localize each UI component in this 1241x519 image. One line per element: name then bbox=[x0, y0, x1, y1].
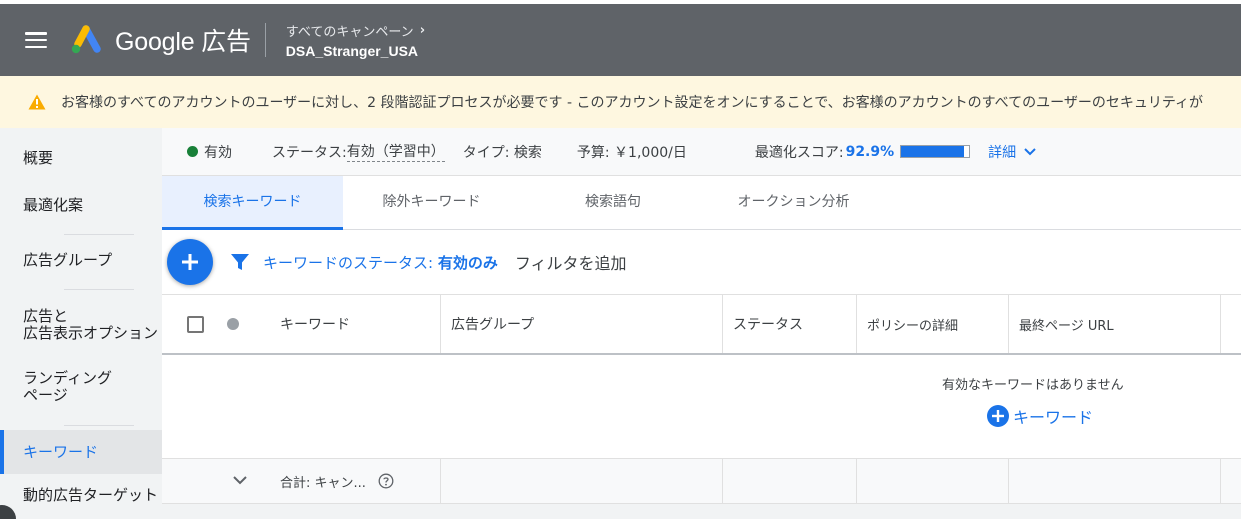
campaign-budget[interactable]: 予算: ￥1,000/日 bbox=[577, 142, 687, 162]
app-header: Google 広告 すべてのキャンペーン › DSA_Stranger_USA bbox=[0, 0, 1241, 76]
enabled-label: 有効 bbox=[204, 144, 232, 161]
sidebar-item-recommendations[interactable]: 最適化案 bbox=[0, 196, 162, 214]
column-more bbox=[1220, 295, 1241, 353]
select-all-checkbox[interactable] bbox=[187, 315, 204, 333]
status-value[interactable]: 有効（学習中） bbox=[346, 141, 445, 162]
menu-icon[interactable] bbox=[25, 32, 47, 48]
filter-chip-label: キーワードのステータス: bbox=[263, 253, 438, 272]
google-ads-logo-icon bbox=[71, 25, 101, 54]
filter-icon[interactable] bbox=[230, 252, 250, 272]
total-cell bbox=[1008, 459, 1220, 503]
sidebar: 概要 最適化案 広告グループ 広告と 広告表示オプション ランディング ページ … bbox=[0, 128, 162, 519]
plus-icon bbox=[182, 254, 198, 270]
column-keyword[interactable]: キーワード bbox=[280, 295, 350, 353]
keyword-tabs: 検索キーワード 除外キーワード 検索語句 オークション分析 bbox=[162, 176, 1241, 230]
help-icon[interactable] bbox=[378, 473, 394, 489]
status-label: ステータス: bbox=[272, 144, 347, 161]
optimization-score-bar bbox=[900, 145, 971, 158]
campaign-name[interactable]: DSA_Stranger_USA bbox=[286, 43, 425, 59]
sidebar-item-ads-extensions[interactable]: 広告と 広告表示オプション bbox=[0, 307, 162, 343]
sidebar-item-landing-pages[interactable]: ランディング ページ bbox=[0, 369, 162, 405]
filter-bar: キーワードのステータス: 有効のみ フィルタを追加 bbox=[162, 230, 1241, 295]
tab-search-terms[interactable]: 検索語句 bbox=[520, 176, 706, 230]
breadcrumb: すべてのキャンペーン › DSA_Stranger_USA bbox=[286, 21, 425, 59]
tab-negative-keywords[interactable]: 除外キーワード bbox=[343, 176, 520, 230]
column-final-url[interactable]: 最終ページ URL bbox=[1008, 295, 1220, 353]
tab-search-keywords[interactable]: 検索キーワード bbox=[162, 176, 343, 230]
add-keyword-link[interactable]: キーワード bbox=[987, 404, 1093, 428]
column-policy-details[interactable]: ポリシーの詳細 bbox=[856, 295, 1008, 353]
table-footer-strip bbox=[162, 504, 1241, 519]
status-dot-icon bbox=[187, 146, 198, 157]
sidebar-divider bbox=[64, 289, 134, 290]
total-cell bbox=[856, 459, 1008, 503]
total-cell bbox=[1220, 459, 1241, 503]
sidebar-item-dynamic-ad-targets[interactable]: 動的広告ターゲット bbox=[0, 486, 162, 504]
select-all-cell bbox=[187, 295, 204, 353]
brand-title[interactable]: Google 広告 bbox=[115, 22, 251, 58]
status-dot-header bbox=[227, 295, 239, 353]
tab-auction-insights[interactable]: オークション分析 bbox=[706, 176, 881, 230]
breadcrumb-parent[interactable]: すべてのキャンペーン › bbox=[286, 21, 425, 40]
security-notice: お客様のすべてのアカウントのユーザーに対し、2 段階認証プロセスが必要です - … bbox=[0, 76, 1241, 128]
details-label: 詳細 bbox=[988, 144, 1017, 161]
empty-state-text: 有効なキーワードはありません bbox=[942, 378, 1124, 393]
optimization-score-fill bbox=[901, 146, 965, 157]
add-keyword-fab[interactable] bbox=[167, 239, 213, 285]
total-row: 合計: キャン... bbox=[162, 458, 1241, 504]
filter-chip-value: 有効のみ bbox=[437, 253, 498, 272]
status-dot-header-icon bbox=[227, 318, 239, 330]
campaign-status-bar: 有効 ステータス: 有効（学習中） タイプ: 検索 予算: ￥1,000/日 最… bbox=[162, 128, 1241, 176]
warning-icon bbox=[28, 94, 46, 110]
total-label: 合計: キャン... bbox=[280, 476, 366, 491]
add-filter-button[interactable]: フィルタを追加 bbox=[515, 250, 627, 274]
sidebar-divider bbox=[64, 234, 134, 235]
filter-chip[interactable]: キーワードのステータス: 有効のみ bbox=[263, 252, 498, 273]
optimization-score-label: 最適化スコア: bbox=[754, 144, 844, 161]
chevron-down-icon bbox=[1024, 147, 1036, 155]
column-status[interactable]: ステータス bbox=[722, 295, 856, 353]
keyword-table-header: キーワード 広告グループ ステータス ポリシーの詳細 最終ページ URL bbox=[162, 295, 1241, 355]
optimization-score-value[interactable]: 92.9% bbox=[846, 144, 895, 160]
column-ad-group[interactable]: 広告グループ bbox=[440, 295, 722, 353]
add-circle-icon bbox=[987, 405, 1009, 427]
details-toggle[interactable]: 詳細 bbox=[988, 142, 1036, 162]
sidebar-divider bbox=[64, 425, 134, 426]
header-divider bbox=[264, 23, 266, 57]
add-keyword-label: キーワード bbox=[1013, 408, 1094, 427]
keyword-table-empty: 有効なキーワードはありません キーワード bbox=[162, 355, 1241, 458]
total-cell bbox=[722, 459, 856, 503]
chevron-down-icon[interactable] bbox=[232, 472, 248, 488]
sidebar-item-ad-groups[interactable]: 広告グループ bbox=[0, 251, 162, 269]
chevron-right-icon: › bbox=[419, 23, 426, 38]
campaign-type: タイプ: 検索 bbox=[462, 144, 542, 161]
total-cell bbox=[440, 459, 722, 503]
notice-text: お客様のすべてのアカウントのユーザーに対し、2 段階認証プロセスが必要です - … bbox=[61, 95, 1203, 111]
sidebar-item-keywords[interactable]: キーワード bbox=[0, 430, 162, 474]
sidebar-item-overview[interactable]: 概要 bbox=[0, 149, 162, 167]
breadcrumb-parent-label[interactable]: すべてのキャンペーン bbox=[286, 21, 414, 40]
